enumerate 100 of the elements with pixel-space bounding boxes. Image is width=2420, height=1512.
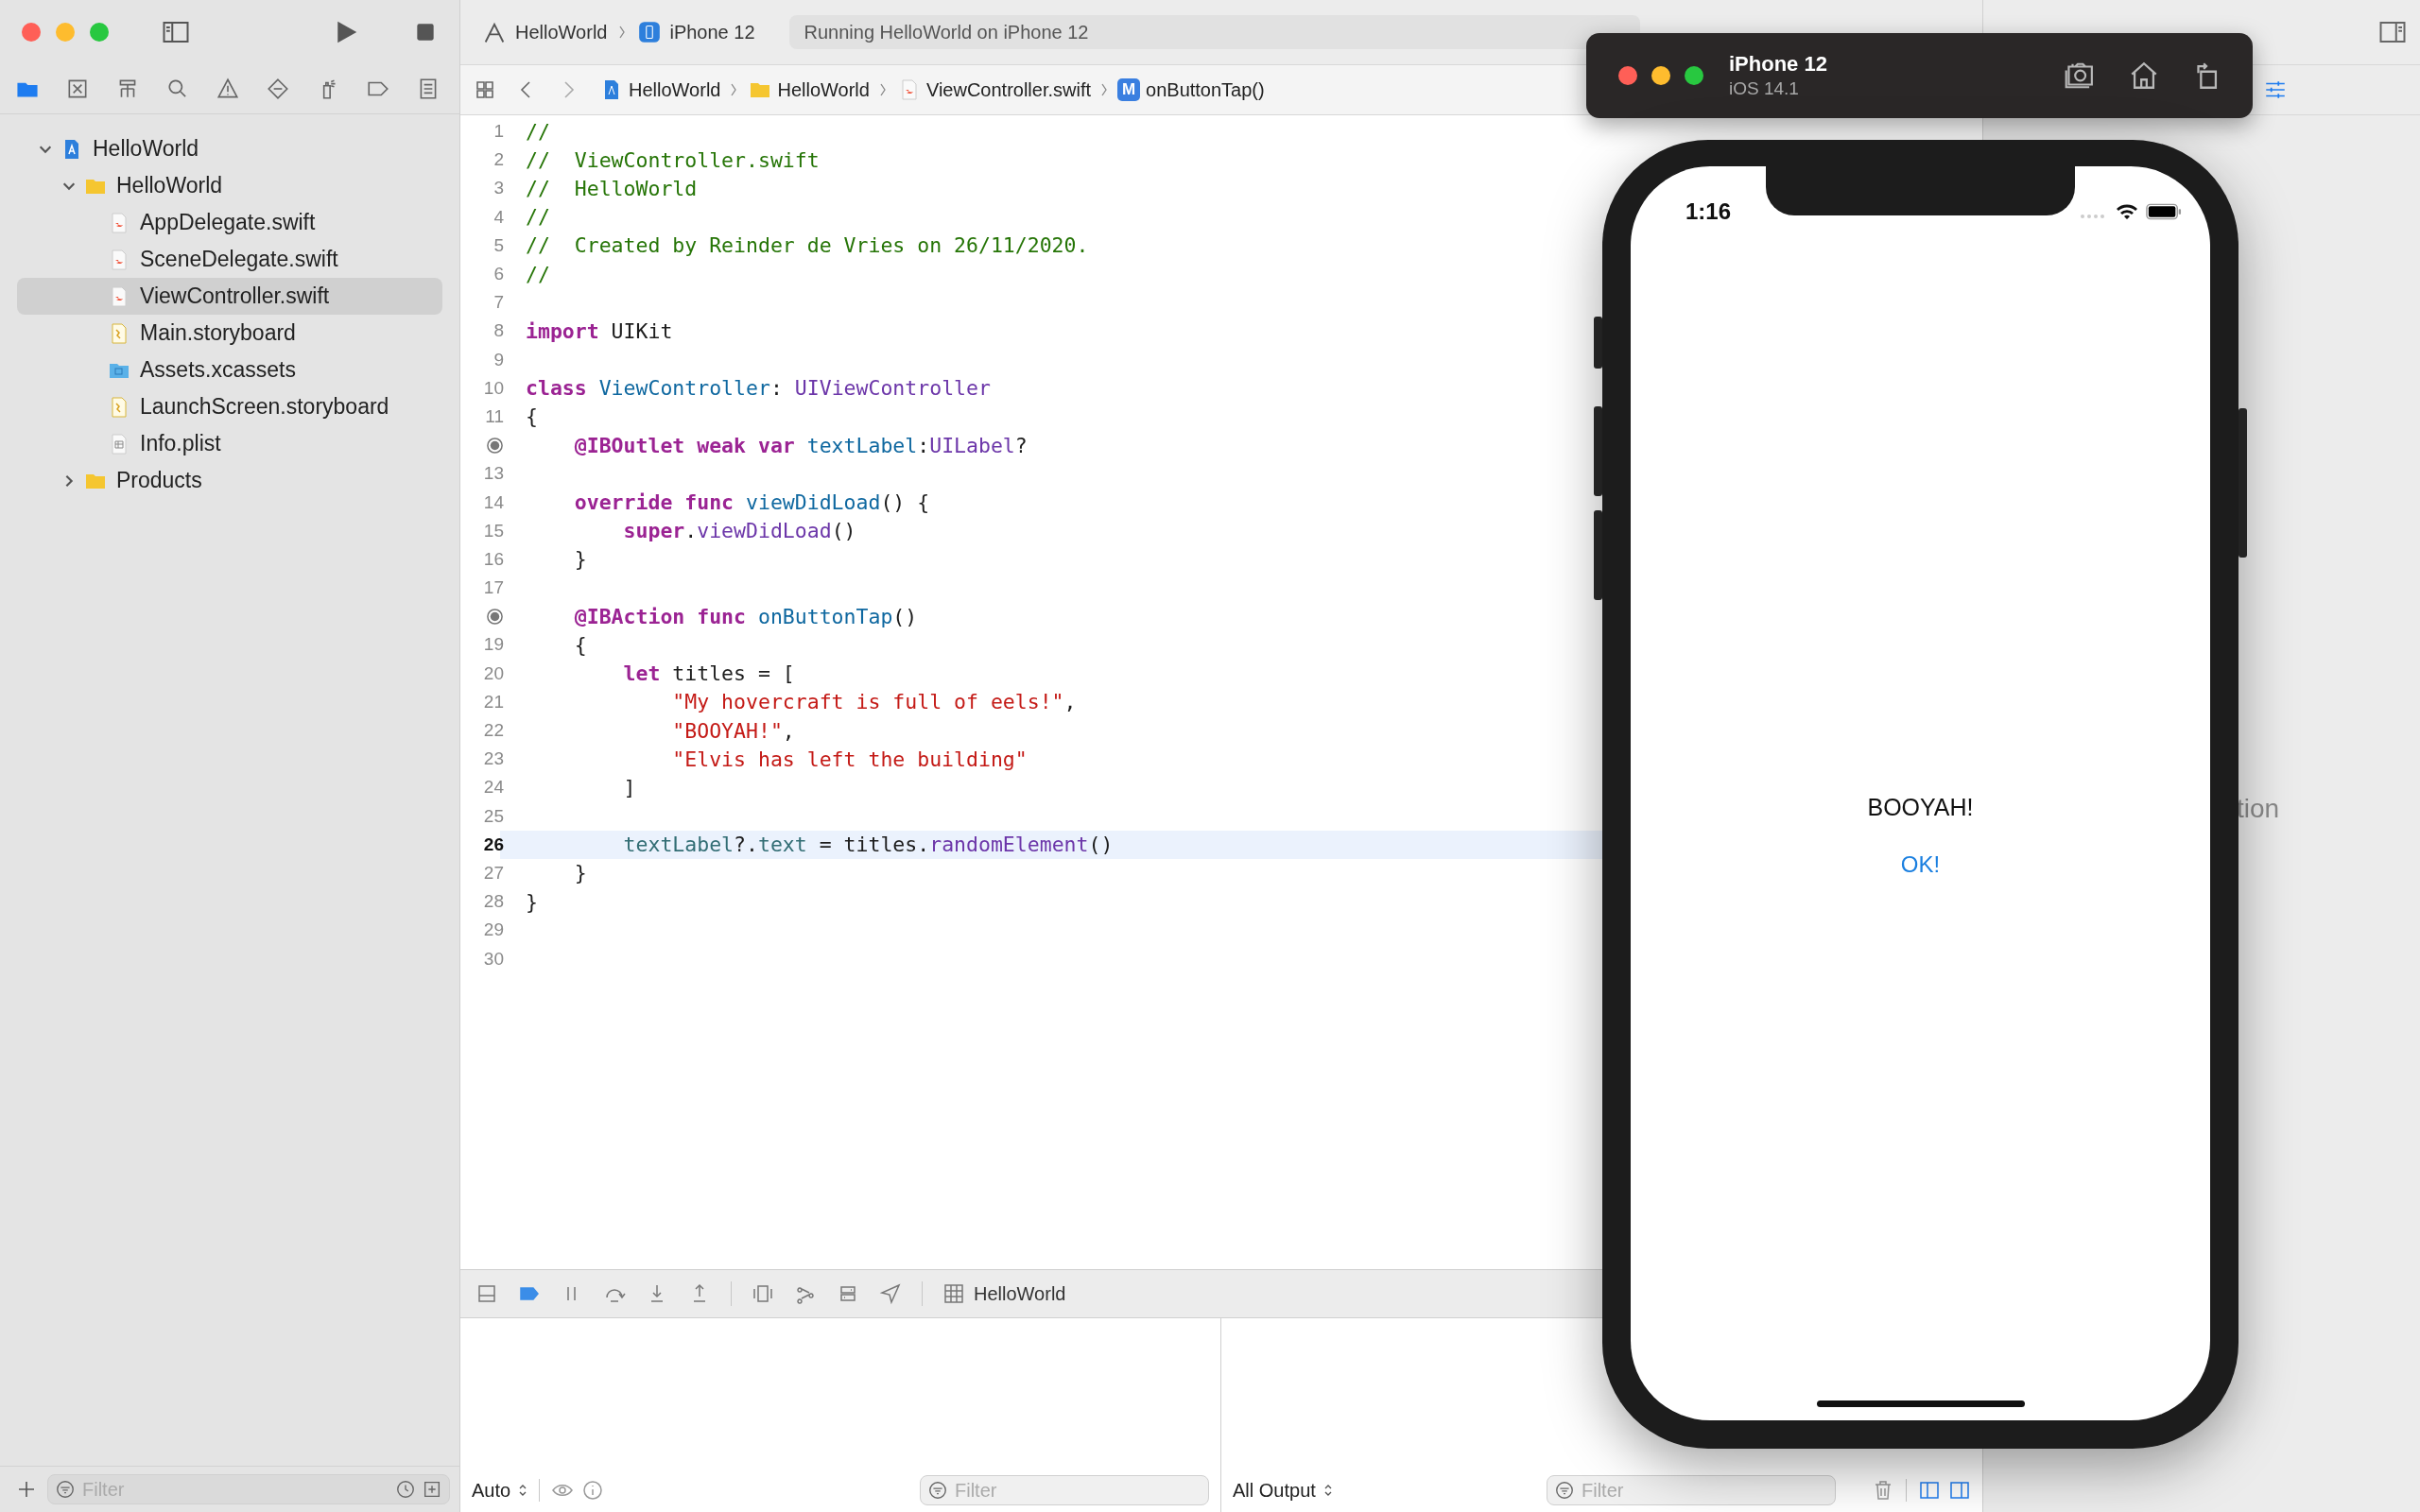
split-left-icon[interactable] [1918,1479,1941,1502]
chevron-icon [1100,81,1109,98]
file-tree-item[interactable]: Info.plist [17,425,442,462]
code-line: @IBAction func onButtonTap() [573,604,918,628]
breadcrumb-item[interactable]: onButtonTap() [1146,78,1265,101]
code-line: let titles = [ [622,662,795,686]
minimize-button[interactable] [1651,66,1670,85]
updown-chevron-icon [1322,1483,1333,1498]
file-tree-item[interactable]: Assets.xcassets [17,352,442,388]
device-icon [637,20,663,44]
line-number: 17 [483,577,504,599]
line-number: 24 [483,777,504,799]
line-number: 10 [483,377,504,399]
code-line: } [573,547,587,572]
updown-chevron-icon [518,1483,528,1498]
line-number: 8 [493,320,504,342]
line-number: 25 [483,805,504,827]
status-time: 1:16 [1685,198,1732,225]
code-line: } [573,861,587,885]
connection-icon[interactable] [486,607,504,626]
filter-field[interactable]: Filter [920,1475,1209,1505]
line-number: 29 [483,919,504,941]
line-number: 6 [493,264,504,285]
line-number: 14 [483,491,504,513]
scheme-selector[interactable]: HelloWorld [515,21,608,43]
os-version: iOS 14.1 [1729,78,1800,99]
code-line: textLabel?.text = titles.randomElement() [622,833,1114,857]
code-line: // HelloWorld [525,176,698,200]
output-popup[interactable]: All Output [1233,1479,1316,1502]
filter-icon [55,1479,76,1500]
line-number: 22 [483,720,504,742]
code-line: "My hovercraft is full of eels!", [671,690,1077,714]
breadcrumb-item[interactable]: HelloWorld [777,78,870,101]
method-badge: M [1117,78,1141,101]
filter-icon [927,1480,948,1501]
line-number: 11 [485,405,504,427]
code-line: "Elvis has left the building" [671,747,1028,771]
line-number: 27 [483,862,504,884]
code-line: @IBOutlet weak var textLabel:UILabel? [573,433,1028,457]
line-number: 7 [493,292,504,314]
line-number: 3 [493,178,504,199]
line-number: 20 [483,662,504,684]
connection-icon[interactable] [486,436,504,455]
chevron-icon [730,81,738,98]
destination-selector[interactable]: iPhone 12 [669,21,755,43]
code-line: override func viewDidLoad() { [573,490,930,515]
zoom-button[interactable] [1685,66,1703,85]
ok-button[interactable]: OK! [1893,848,1948,882]
file-tree-item[interactable]: Main.storyboard [17,315,442,352]
grid-icon[interactable] [474,78,496,101]
chevron-icon [878,81,887,98]
scope-popup[interactable]: Auto [472,1479,511,1502]
app-target-icon [942,1282,965,1305]
info-icon[interactable] [581,1479,605,1502]
code-line: { [573,632,587,657]
debug-target-label: HelloWorld [974,1282,1066,1305]
inspector-message: tion [2237,794,2280,824]
line-number: 28 [483,891,504,913]
split-right-icon[interactable] [1948,1479,1971,1502]
wifi-icon [2116,203,2138,220]
file-tree-item[interactable]: ViewController.swift [17,278,442,315]
line-number: 19 [483,634,504,656]
line-number: 5 [493,234,504,256]
code-line: import UIKit [525,318,673,343]
file-tree-item[interactable]: AppDelegate.swift [17,204,442,241]
breadcrumb-item[interactable]: ViewController.swift [925,78,1092,101]
code-line: // Created by Reinder de Vries on 26/11/2020. [525,233,1089,258]
line-number: 21 [483,691,504,713]
close-button[interactable] [1618,66,1637,85]
line-number: 16 [483,548,504,570]
line-number: 4 [493,206,504,228]
breadcrumb-item[interactable]: HelloWorld [629,78,721,101]
battery-icon [2146,203,2182,220]
code-line: ] [622,775,636,799]
line-number: 15 [483,520,504,541]
line-number: 23 [483,748,504,770]
code-line: super.viewDidLoad() [622,519,856,543]
file-tree-item[interactable]: LaunchScreen.storyboard [17,388,442,425]
filter-field[interactable]: Filter [1547,1475,1836,1505]
side-button[interactable] [1594,317,1602,369]
filter-icon [1554,1480,1575,1501]
location-icon[interactable] [879,1282,902,1305]
file-tree-item[interactable]: SceneDelegate.swift [17,241,442,278]
panel-toggle-icon[interactable] [475,1282,498,1305]
close-button[interactable] [22,23,41,42]
file-tree-item[interactable]: HelloWorld [17,167,442,204]
code-line: { [525,404,538,429]
line-number: 2 [493,149,504,171]
file-tree-item[interactable]: HelloWorld [17,130,442,167]
line-number: 26 [483,833,504,855]
clock-icon[interactable] [395,1479,416,1500]
view-hierarchy-icon[interactable] [752,1282,774,1305]
diamond-icon[interactable] [266,77,290,101]
code-line: "BOOYAH!", [671,718,795,743]
code-line: // ViewController.swift [525,147,820,172]
code-line: class ViewController: UIViewController [525,376,991,401]
activity-status: Running HelloWorld on iPhone 12 [788,15,1640,49]
file-tree-item[interactable]: Products [17,462,442,499]
line-number: 9 [493,349,504,370]
line-number: 13 [483,463,504,485]
